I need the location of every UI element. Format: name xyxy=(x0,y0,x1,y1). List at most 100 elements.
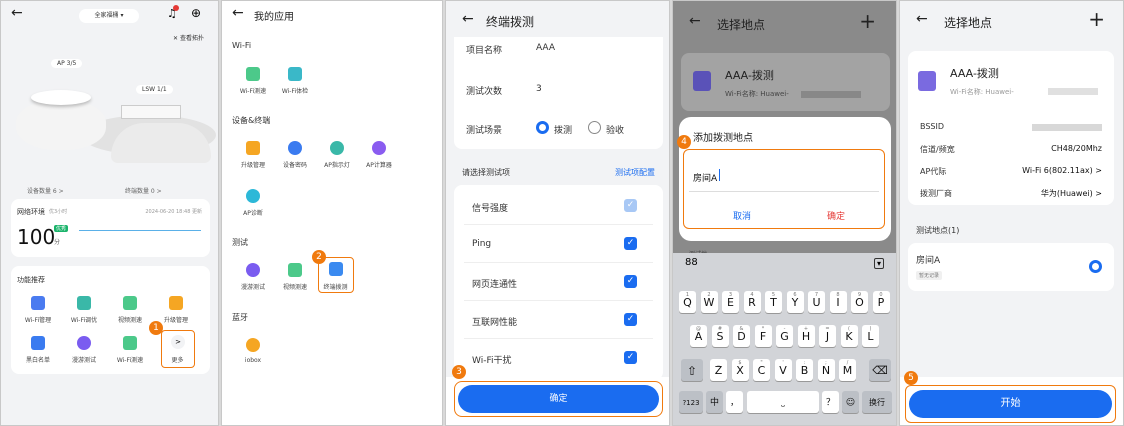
key-f[interactable]: * F xyxy=(754,325,772,347)
upgrade-icon[interactable] xyxy=(246,141,260,155)
enter-key[interactable]: 换行 xyxy=(862,391,892,413)
numeric-switch-key[interactable]: ?123 xyxy=(679,391,703,413)
check-icon[interactable]: ✓ xyxy=(624,351,637,364)
check-icon[interactable]: ✓ xyxy=(624,313,637,326)
key-q[interactable]: 1Q xyxy=(679,291,696,313)
keyboard-grid-icon[interactable]: 88 xyxy=(685,257,698,268)
key-a[interactable]: @ A xyxy=(690,325,707,347)
key-d[interactable]: & D xyxy=(733,325,750,347)
ap-calc-icon[interactable] xyxy=(372,141,386,155)
key-p[interactable]: 0P xyxy=(872,291,890,313)
test-item-row[interactable]: Ping ✓ xyxy=(464,225,653,263)
key-h[interactable]: + H xyxy=(797,325,815,347)
vendor-value[interactable]: 华为(Huawei) > xyxy=(1041,188,1102,199)
terminal-count[interactable]: 终端数量 0 > xyxy=(125,186,162,195)
key-s[interactable]: # S xyxy=(711,325,729,347)
view-topology-link[interactable]: ✕ 查看拓扑 xyxy=(173,33,204,42)
key-x[interactable]: $ X xyxy=(731,359,749,381)
back-arrow-icon[interactable]: ← xyxy=(916,11,928,27)
question-key[interactable]: ？ xyxy=(822,391,839,413)
site-selector[interactable]: 全家福桶 ▾ xyxy=(79,9,139,23)
video-speed-icon[interactable] xyxy=(288,263,302,277)
key-y[interactable]: 6Y xyxy=(786,291,804,313)
key-v[interactable]: ' V xyxy=(774,359,792,381)
project-value[interactable]: AAA xyxy=(536,43,555,53)
comma-key[interactable]: ， xyxy=(726,391,743,413)
dialog-ok-button[interactable]: 确定 xyxy=(827,209,845,222)
key-c[interactable]: " C xyxy=(753,359,770,381)
key-n[interactable]: ; N xyxy=(817,359,835,381)
add-circle-icon[interactable]: ⊕ xyxy=(191,6,201,20)
key-b[interactable]: :B xyxy=(796,359,813,381)
wifi-speed-icon[interactable] xyxy=(123,336,137,350)
location-radio[interactable] xyxy=(1089,260,1102,273)
ap-diagnose-icon[interactable] xyxy=(246,189,260,203)
network-score: 100 xyxy=(17,225,56,249)
key-z[interactable]: _ Z xyxy=(710,359,727,381)
dialog-cancel-button[interactable]: 取消 xyxy=(733,209,751,222)
wifi-speed-icon[interactable] xyxy=(246,67,260,81)
video-speed-icon[interactable] xyxy=(123,296,137,310)
roaming-icon[interactable] xyxy=(77,336,91,350)
more-highlight[interactable]: > 更多 xyxy=(161,330,195,368)
key-r[interactable]: 4R xyxy=(743,291,761,313)
app-label: AP指示灯 xyxy=(324,162,350,169)
key-j[interactable]: = J xyxy=(819,325,836,347)
key-g[interactable]: -G xyxy=(776,325,793,347)
shift-key[interactable]: ⇧ xyxy=(681,359,703,381)
wifi-check-icon[interactable] xyxy=(288,67,302,81)
test-item-row[interactable]: Wi-Fi干扰 ✓ xyxy=(464,339,653,377)
key-w[interactable]: 2W xyxy=(700,291,718,313)
iobox-icon[interactable] xyxy=(246,338,260,352)
lsw-device[interactable] xyxy=(121,105,181,119)
key-hint: _ xyxy=(717,360,720,366)
wifi-manage-icon[interactable] xyxy=(31,296,45,310)
app-label: 视频测速 xyxy=(282,284,307,291)
count-value[interactable]: 3 xyxy=(536,84,542,94)
delete-key[interactable]: ⌫ xyxy=(869,359,891,381)
language-key[interactable]: 中 xyxy=(706,391,723,413)
space-key[interactable]: ⎵ xyxy=(747,391,819,413)
ap-light-icon[interactable] xyxy=(330,141,344,155)
start-button[interactable]: 开始 xyxy=(909,390,1112,418)
key-m[interactable]: / M xyxy=(839,359,856,381)
blacklist-icon[interactable] xyxy=(31,336,45,350)
back-arrow-icon[interactable]: ← xyxy=(11,5,23,21)
key-l[interactable]: ) L xyxy=(862,325,879,347)
emoji-key[interactable]: ☺ xyxy=(842,391,859,413)
key-t[interactable]: 5T xyxy=(765,291,782,313)
check-icon[interactable]: ✓ xyxy=(624,275,637,288)
check-icon[interactable]: ✓ xyxy=(624,237,637,250)
password-icon[interactable] xyxy=(288,141,302,155)
keyboard-hide-icon[interactable]: ▾ xyxy=(873,258,884,269)
key-i[interactable]: 8I xyxy=(829,291,847,313)
test-item-row[interactable]: 互联网性能 ✓ xyxy=(464,301,653,339)
wifi-tune-icon[interactable] xyxy=(77,296,91,310)
test-item-row[interactable]: 网页连通性 ✓ xyxy=(464,263,653,301)
network-env-card[interactable]: 网络环境 优3小时 2024-06-20 18:48 更新 100 优秀 分 xyxy=(11,199,210,257)
back-arrow-icon[interactable]: ← xyxy=(232,5,244,21)
device-count[interactable]: 设备数量 6 > xyxy=(27,186,64,195)
app-label: 设备密码 xyxy=(282,162,307,169)
location-input[interactable]: 房间A xyxy=(693,171,717,184)
location-item[interactable]: 房间A 暂无记录 xyxy=(908,243,1114,291)
section-device: 设备&终端 xyxy=(232,116,271,125)
key-u[interactable]: 7U xyxy=(808,291,825,313)
ap-device[interactable] xyxy=(31,90,91,105)
add-icon[interactable]: + xyxy=(859,9,876,33)
back-arrow-icon[interactable]: ← xyxy=(462,11,474,27)
add-icon[interactable]: + xyxy=(1088,7,1105,31)
test-item-row[interactable]: 信号强度 ✓ xyxy=(464,187,653,225)
back-arrow-icon[interactable]: ← xyxy=(689,13,701,29)
key-o[interactable]: 9O xyxy=(851,291,868,313)
upgrade-icon[interactable] xyxy=(169,296,183,310)
confirm-button[interactable]: 确定 xyxy=(458,385,659,413)
roaming-icon[interactable] xyxy=(246,263,260,277)
test-config-link[interactable]: 测试项配置 xyxy=(615,167,655,178)
check-icon[interactable]: ✓ xyxy=(624,199,637,212)
ap-gen-value[interactable]: Wi-Fi 6(802.11ax) > xyxy=(1022,166,1102,175)
key-k[interactable]: (K xyxy=(840,325,858,347)
scene-radio-accept[interactable] xyxy=(588,121,601,134)
scene-radio-dial[interactable] xyxy=(536,121,549,134)
key-e[interactable]: 3E xyxy=(722,291,739,313)
